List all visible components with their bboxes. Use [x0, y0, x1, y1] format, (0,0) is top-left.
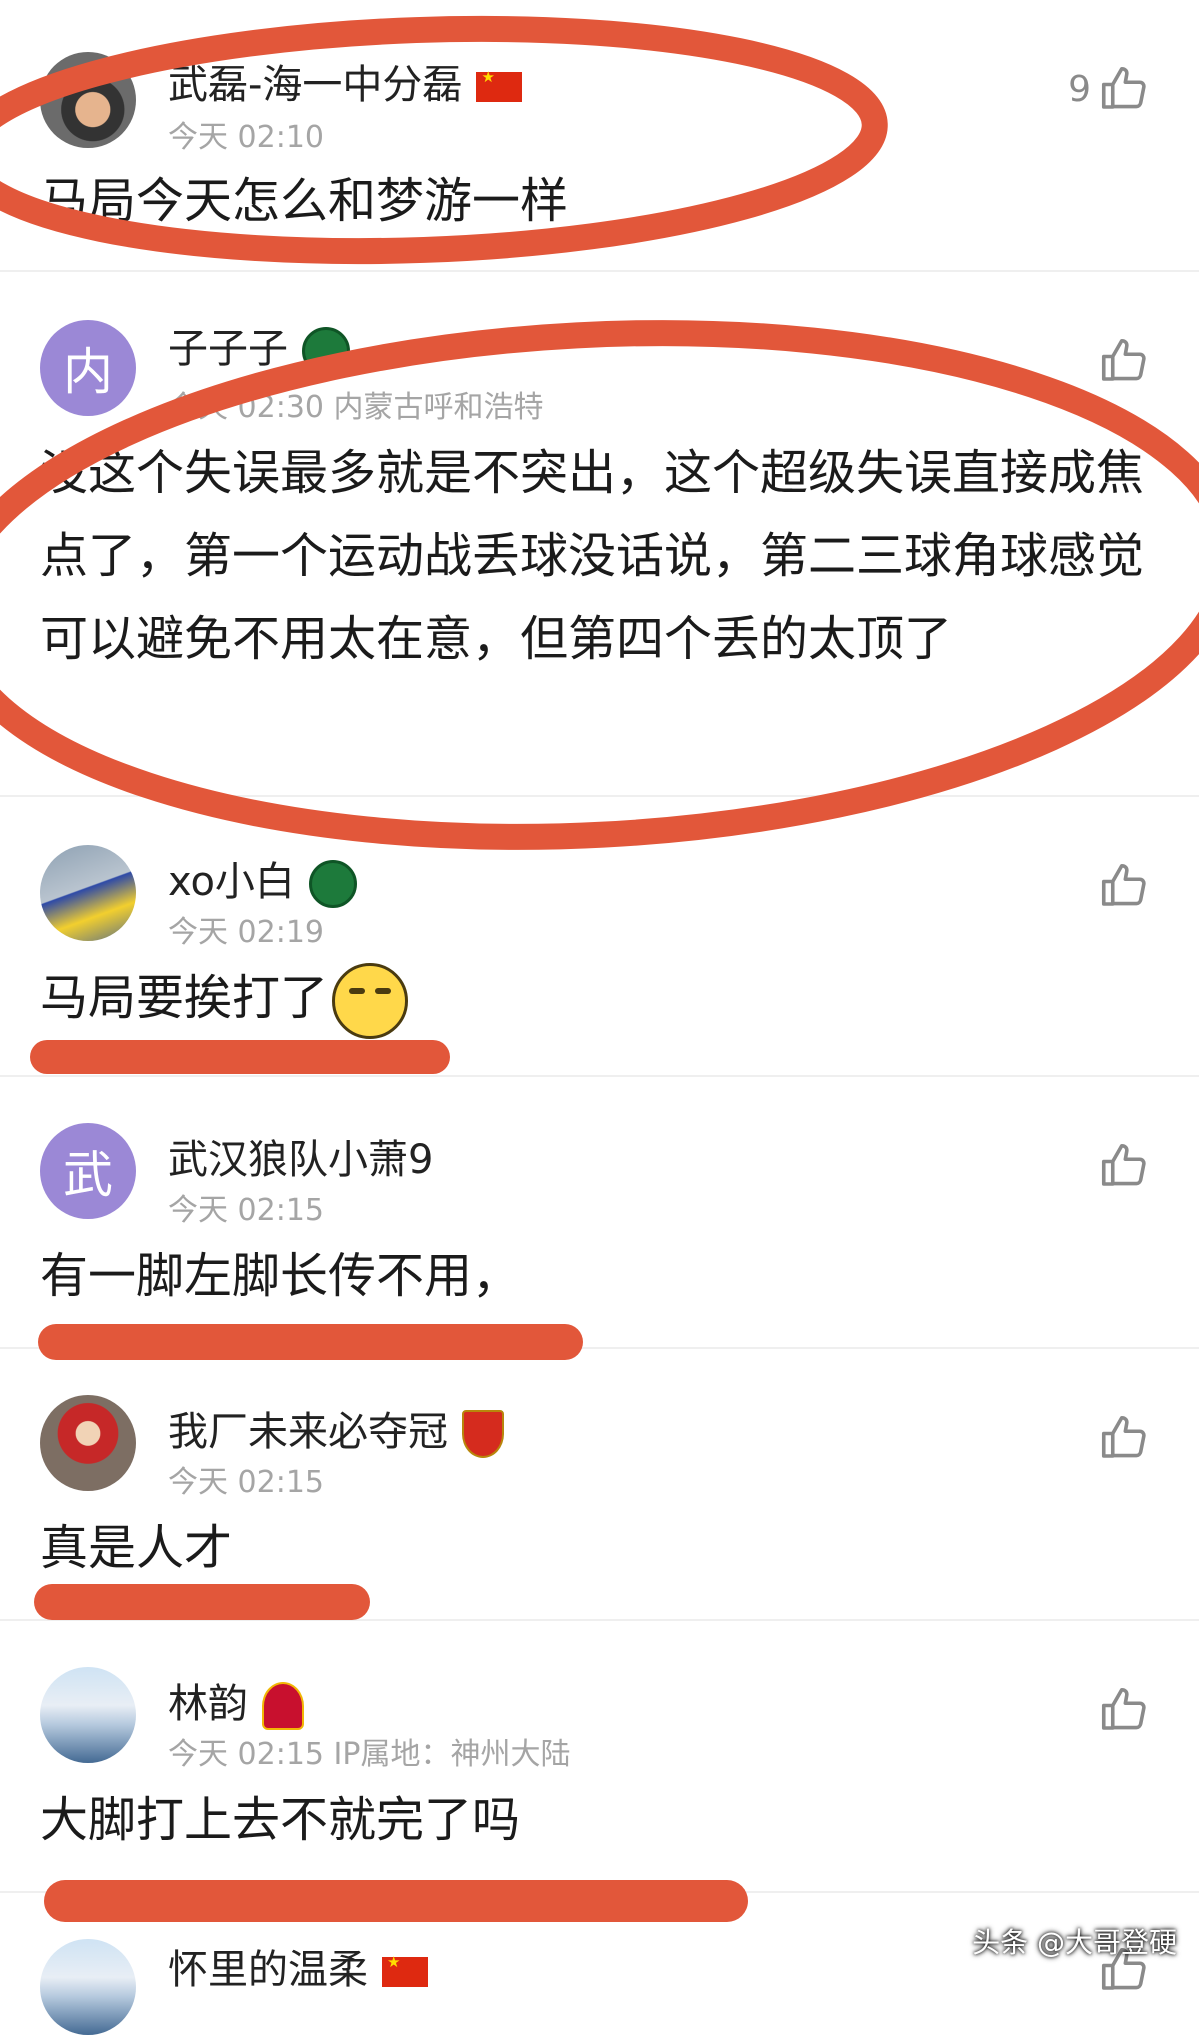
comment-username[interactable]: xo小白 [168, 849, 357, 908]
arsenal-badge-icon [462, 1410, 504, 1458]
like-button[interactable] [1091, 1411, 1151, 1465]
thumbs-up-icon [1101, 1415, 1146, 1458]
comment-meta: 今天 02:10 [168, 120, 324, 155]
thumbs-up-icon [1101, 1143, 1146, 1186]
like-button[interactable]: 9 [1068, 62, 1151, 116]
like-button[interactable] [1091, 1139, 1151, 1193]
comment-meta: 今天 02:15 IP属地：神州大陆 [168, 1737, 571, 1772]
avatar[interactable] [40, 1667, 136, 1763]
username-text: 子子子 [168, 326, 288, 372]
avatar[interactable] [40, 845, 136, 941]
comment-text: 马局今天怎么和梦游一样 [40, 173, 569, 229]
avatar[interactable]: 内 [40, 320, 136, 416]
like-count: 9 [1068, 68, 1091, 110]
username-text: 武汉狼队小萧9 [168, 1137, 434, 1183]
comment-item: 武 武汉狼队小萧9 今天 02:15 有一脚左脚长传不用， [0, 1077, 1199, 1349]
comment-username[interactable]: 林韵 [168, 1671, 304, 1730]
thumbs-up-icon [1101, 863, 1146, 906]
comment-meta: 今天 02:19 [168, 915, 324, 950]
club-badge-icon [308, 860, 357, 908]
emoji-icon [332, 963, 409, 1039]
username-text: 林韵 [168, 1681, 248, 1727]
thumbs-up-icon [1101, 338, 1146, 381]
comment-item: 林韵 今天 02:15 IP属地：神州大陆 大脚打上去不就完了吗 [0, 1621, 1199, 1893]
watermark: 头条 @大哥登硬 [972, 1926, 1177, 1959]
comment-username[interactable]: 子子子 [168, 316, 350, 375]
comment-meta: 今天 02:15 [168, 1193, 324, 1228]
comment-username[interactable]: 武磊-海一中分磊 [168, 52, 523, 110]
avatar-letter: 内 [63, 343, 113, 401]
like-button[interactable] [1091, 334, 1151, 388]
comment-item: 我厂未来必夺冠 今天 02:15 真是人才 [0, 1349, 1199, 1621]
club-badge-icon [302, 327, 350, 375]
thumbs-up-icon [1101, 1687, 1146, 1730]
comment-item: 内 子子子 今天 02:30 内蒙古呼和浩特 没这个失误最多就是不突出，这个超级… [0, 272, 1199, 797]
like-button[interactable] [1091, 1683, 1151, 1737]
username-text: 我厂未来必夺冠 [168, 1409, 448, 1455]
avatar[interactable] [40, 1395, 136, 1491]
comment-item: 武磊-海一中分磊 今天 02:10 马局今天怎么和梦游一样 9 [0, 0, 1199, 272]
comment-username[interactable]: 武汉狼队小萧9 [168, 1127, 433, 1185]
flag-cn-icon [476, 68, 523, 102]
comment-text: 大脚打上去不就完了吗 [40, 1792, 521, 1848]
comment-text-content: 马局要挨打了 [40, 970, 329, 1026]
comment-meta: 今天 02:30 内蒙古呼和浩特 [168, 390, 544, 425]
username-text: 武磊-海一中分磊 [168, 62, 463, 108]
comment-text: 真是人才 [40, 1520, 233, 1576]
guangzhou-badge-icon [262, 1682, 304, 1730]
comment-item: xo小白 今天 02:19 马局要挨打了 [0, 797, 1199, 1077]
comment-meta: 今天 02:15 [168, 1465, 324, 1500]
avatar[interactable] [40, 1939, 136, 2035]
comment-text: 有一脚左脚长传不用， [40, 1248, 521, 1304]
avatar-letter: 武 [63, 1146, 113, 1204]
avatar[interactable] [40, 52, 136, 148]
username-text: 怀里的温柔 [168, 1947, 368, 1993]
username-text: xo小白 [168, 859, 295, 905]
comment-text: 马局要挨打了 [40, 957, 1150, 1040]
flag-cn-icon [382, 1953, 428, 1987]
comment-username[interactable]: 我厂未来必夺冠 [168, 1399, 504, 1458]
comment-username[interactable]: 怀里的温柔 [168, 1937, 428, 1995]
like-button[interactable] [1091, 859, 1151, 913]
thumbs-up-icon [1101, 66, 1146, 109]
avatar[interactable]: 武 [40, 1123, 136, 1219]
comment-text: 没这个失误最多就是不突出，这个超级失误直接成焦点了，第一个运动战丢球没话说，第二… [40, 445, 1145, 667]
